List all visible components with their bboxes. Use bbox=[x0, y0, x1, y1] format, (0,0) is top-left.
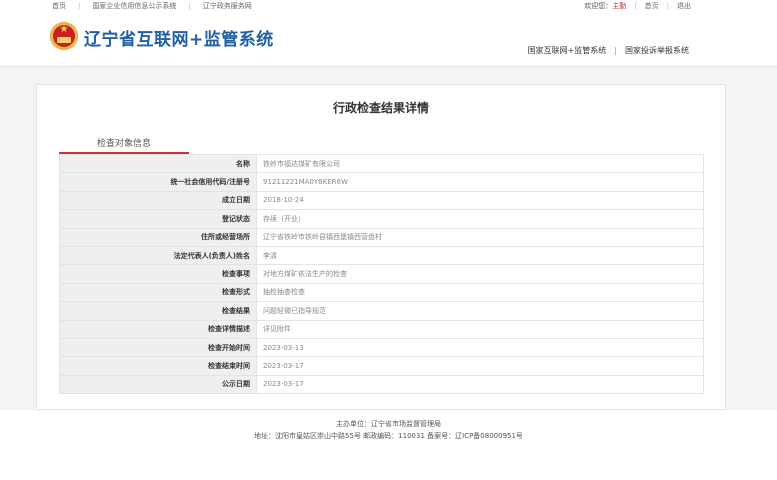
footer-address: 地址：沈阳市皇姑区崇山中路55号 邮政编码：110031 备案号：辽ICP备08… bbox=[254, 432, 523, 440]
row-value: 2023-03-13 bbox=[256, 337, 704, 358]
table-row: 检查形式 抽检抽查检查 bbox=[59, 282, 704, 303]
row-value: 李清 bbox=[256, 245, 704, 266]
row-value: 2018-10-24 bbox=[256, 190, 704, 211]
row-value: 抽检抽查检查 bbox=[256, 282, 704, 303]
row-label: 名称 bbox=[59, 153, 257, 174]
table-row: 检查详情描述 详见附件 bbox=[59, 319, 704, 339]
top-link-home[interactable]: 首页 bbox=[52, 2, 66, 10]
row-label: 住所或经营场所 bbox=[59, 227, 257, 247]
row-value: 详见附件 bbox=[256, 319, 704, 339]
row-value: 铁岭市福达煤矿有限公司 bbox=[256, 153, 704, 174]
row-value: 2023-03-17 bbox=[256, 356, 704, 376]
row-value: 辽宁省铁岭市铁岭县镇西堡镇西营盘村 bbox=[256, 227, 704, 247]
tab-inspection-object[interactable]: 检查对象信息 bbox=[59, 137, 189, 154]
row-label: 公示日期 bbox=[59, 374, 257, 395]
table-row: 住所或经营场所 辽宁省铁岭市铁岭县镇西堡镇西营盘村 bbox=[59, 227, 704, 247]
table-row: 成立日期 2018-10-24 bbox=[59, 190, 704, 211]
table-row: 统一社会信用代码/注册号 91211221MA0Y8KER6W bbox=[59, 172, 704, 192]
table-row: 检查事项 对地方煤矿依法生产的检查 bbox=[59, 264, 704, 284]
national-emblem-icon: ★ bbox=[50, 22, 78, 50]
row-label: 检查结果 bbox=[59, 301, 257, 321]
table-row: 公示日期 2023-03-17 bbox=[59, 374, 704, 395]
complaint-report-link[interactable]: 国家投诉举报系统 bbox=[625, 46, 689, 55]
user-name[interactable]: 主勤 bbox=[612, 2, 626, 10]
welcome-text: 欢迎您： bbox=[584, 2, 613, 10]
detail-card: 行政检查结果详情 检查对象信息 名称 铁岭市福达煤矿有限公司 统一社会信用代码/注… bbox=[36, 84, 726, 410]
page-title: 行政检查结果详情 bbox=[332, 101, 429, 115]
user-home-link[interactable]: 首页 bbox=[645, 2, 659, 10]
inspection-info-table: 名称 铁岭市福达煤矿有限公司 统一社会信用代码/注册号 91211221MA0Y8K… bbox=[59, 153, 704, 395]
table-row: 名称 铁岭市福达煤矿有限公司 bbox=[59, 153, 704, 174]
row-label: 检查开始时间 bbox=[59, 337, 257, 358]
site-title[interactable]: 辽宁省互联网+监管系统 bbox=[84, 25, 274, 50]
row-label: 检查形式 bbox=[59, 282, 257, 303]
footer-sponsor: 主办单位：辽宁省市场监督管理局 bbox=[336, 420, 441, 428]
site-footer: 主办单位：辽宁省市场监督管理局 地址：沈阳市皇姑区崇山中路55号 邮政编码：11… bbox=[0, 418, 777, 442]
row-label: 成立日期 bbox=[59, 190, 257, 211]
row-value: 91211221MA0Y8KER6W bbox=[256, 172, 704, 192]
top-utility-bar: 首页 | 国家企业信用信息公示系统 | 辽宁政务服务网 欢迎您：主勤 | 首页 | 退出 bbox=[0, 0, 777, 12]
national-regulation-link[interactable]: 国家互联网+监管系统 bbox=[528, 46, 607, 55]
row-value: 问题轻微已指导规范 bbox=[256, 301, 704, 321]
row-label: 检查事项 bbox=[59, 264, 257, 284]
table-row: 登记状态 存续（开业） bbox=[59, 209, 704, 229]
row-value: 2023-03-17 bbox=[256, 374, 704, 395]
header-links: 国家互联网+监管系统 | 国家投诉举报系统 bbox=[527, 46, 689, 55]
row-label: 检查详情描述 bbox=[59, 319, 257, 339]
top-link-gov-service[interactable]: 辽宁政务服务网 bbox=[203, 2, 252, 10]
top-links: 首页 | 国家企业信用信息公示系统 | 辽宁政务服务网 bbox=[52, 2, 252, 10]
table-row: 检查结果 问题轻微已指导规范 bbox=[59, 301, 704, 321]
table-row: 法定代表人(负责人)姓名 李清 bbox=[59, 245, 704, 266]
row-label: 统一社会信用代码/注册号 bbox=[59, 172, 257, 192]
site-header: ★ 辽宁省互联网+监管系统 国家互联网+监管系统 | 国家投诉举报系统 bbox=[0, 12, 777, 62]
row-value: 存续（开业） bbox=[256, 209, 704, 229]
logout-link[interactable]: 退出 bbox=[677, 2, 691, 10]
row-value: 对地方煤矿依法生产的检查 bbox=[256, 264, 704, 284]
row-label: 法定代表人(负责人)姓名 bbox=[59, 245, 257, 266]
table-row: 检查开始时间 2023-03-13 bbox=[59, 337, 704, 358]
user-links: 欢迎您：主勤 | 首页 | 退出 bbox=[584, 2, 691, 10]
row-label: 登记状态 bbox=[59, 209, 257, 229]
row-label: 检查结束时间 bbox=[59, 356, 257, 376]
table-row: 检查结束时间 2023-03-17 bbox=[59, 356, 704, 376]
top-link-credit-system[interactable]: 国家企业信用信息公示系统 bbox=[92, 2, 176, 10]
